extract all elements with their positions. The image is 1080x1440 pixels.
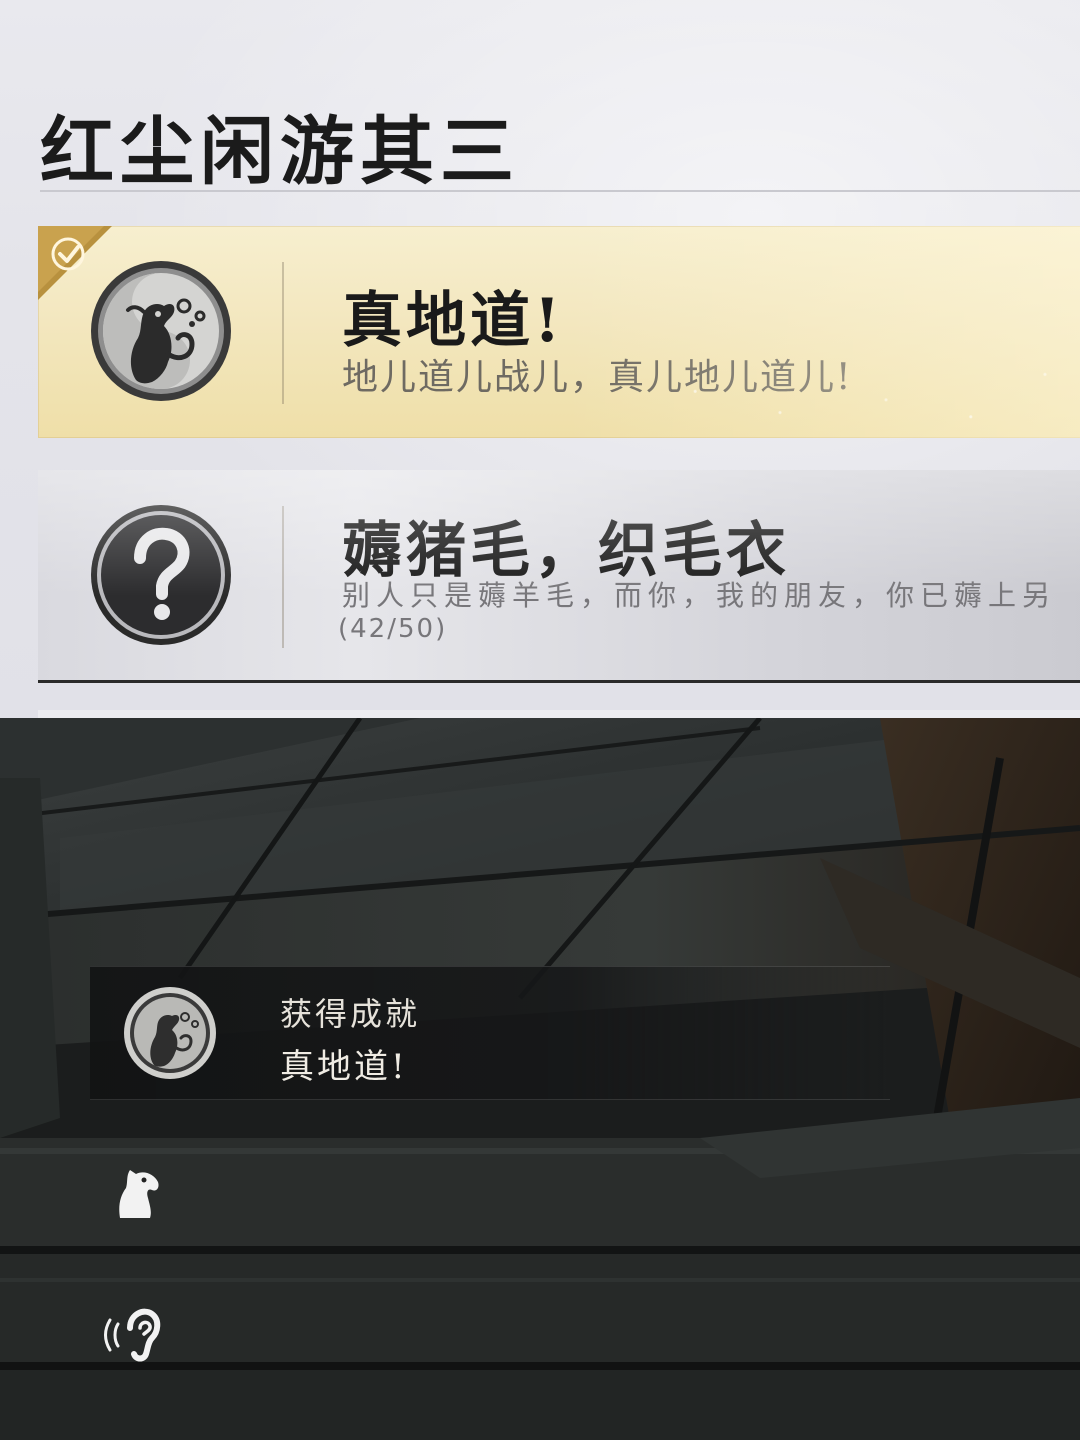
rat-emblem-icon [124, 987, 216, 1079]
horse-head-icon[interactable] [100, 1156, 172, 1228]
achievement-card-unlocked[interactable]: 真地道! 地儿道儿战儿，真儿地儿道儿! [38, 226, 1080, 438]
toast-achievement-name: 真地道! [280, 1047, 408, 1087]
card-divider [282, 262, 284, 404]
next-card-edge [38, 710, 1080, 718]
achievements-panel: 红尘闲游其三 真地道! 地儿道儿战儿，真儿地儿道儿! 薅猪毛，织毛衣 别人只是薅… [0, 0, 1080, 718]
achievement-progress: (42/50) [338, 614, 448, 644]
toast-label: 获得成就 [280, 995, 421, 1033]
achievement-description: 地儿道儿战儿，真儿地儿道儿! [342, 357, 853, 398]
achievement-card-locked[interactable]: 薅猪毛，织毛衣 别人只是薅羊毛，而你，我的朋友，你已薅上另 (42/50) [38, 470, 1080, 683]
section-title: 红尘闲游其三 [40, 109, 520, 195]
achievement-description: 别人只是薅羊毛，而你，我的朋友，你已薅上另 [342, 579, 1057, 612]
card-divider [282, 506, 284, 648]
achievement-title: 真地道! [342, 286, 565, 356]
rat-emblem-icon [91, 261, 231, 401]
achievement-toast: 获得成就 真地道! [90, 966, 890, 1100]
question-mark-icon [91, 505, 231, 645]
title-divider [40, 190, 1080, 192]
game-scene: 获得成就 真地道! [0, 718, 1080, 1440]
ear-listen-icon[interactable] [100, 1298, 172, 1370]
